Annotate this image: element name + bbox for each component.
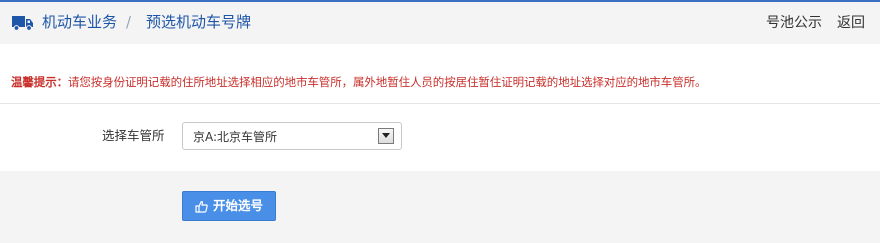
page: 机动车业务 / 预选机动车号牌 号池公示 返回 温馨提示：请您按身份证明记载的住… (0, 0, 880, 243)
office-select-label: 选择车管所 (102, 128, 165, 143)
tip-message: 温馨提示：请您按身份证明记载的住所地址选择相应的地市车管所，属外地暂住人员的按居… (11, 74, 707, 90)
divider (0, 103, 880, 104)
tip-label: 温馨提示： (11, 75, 68, 89)
breadcrumb-item-vehicle-business[interactable]: 机动车业务 (42, 13, 117, 31)
back-link[interactable]: 返回 (837, 14, 865, 32)
breadcrumb-separator: / (126, 13, 132, 31)
tip-text: 请您按身份证明记载的住所地址选择相应的地市车管所，属外地暂住人员的按居住暂住证明… (68, 75, 707, 89)
action-bar: 开始选号 (0, 171, 880, 243)
office-select[interactable]: 京A:北京车管所 (182, 122, 402, 150)
office-select-value: 京A:北京车管所 (193, 130, 278, 144)
pool-announcement-link[interactable]: 号池公示 (766, 14, 822, 32)
chevron-down-icon (382, 133, 390, 138)
select-dropdown-button[interactable] (378, 128, 394, 144)
start-select-label: 开始选号 (213, 198, 264, 213)
page-title: 预选机动车号牌 (146, 13, 252, 31)
header-bar: 机动车业务 / 预选机动车号牌 号池公示 返回 (0, 2, 880, 44)
start-select-button[interactable]: 开始选号 (182, 191, 276, 221)
truck-icon (12, 16, 33, 31)
hand-point-icon (195, 201, 208, 213)
